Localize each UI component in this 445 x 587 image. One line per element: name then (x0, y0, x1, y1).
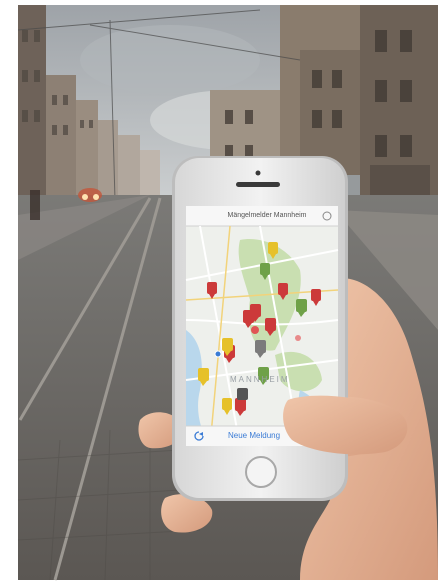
new-report-button[interactable]: Neue Meldung (228, 431, 280, 440)
marker-grey (237, 388, 248, 400)
current-location (214, 350, 222, 358)
app-title: Mängelmelder Mannheim (227, 212, 307, 219)
street-photo (0, 0, 445, 587)
map-city-label: MANNHEIM (230, 375, 290, 384)
speaker (236, 182, 280, 187)
home-button (245, 456, 277, 488)
front-camera (255, 170, 261, 176)
